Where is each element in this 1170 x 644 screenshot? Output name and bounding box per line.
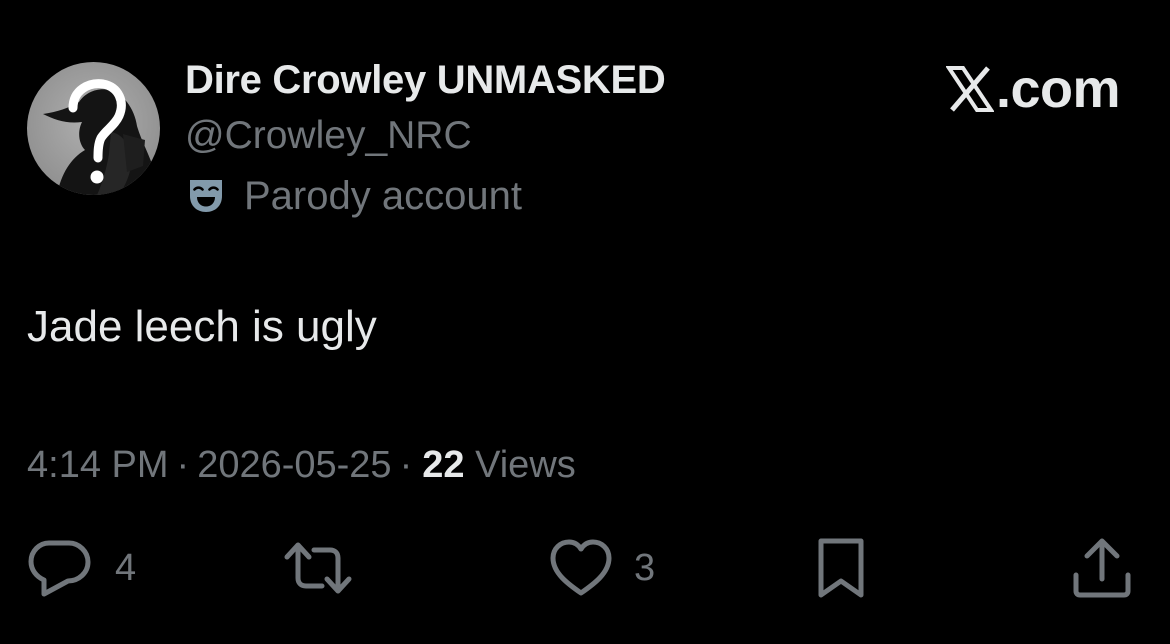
like-button[interactable]: 3 [548,530,655,606]
tweet-action-bar: 4 3 [0,530,1170,610]
share-button[interactable] [1070,530,1134,606]
parody-account-label: Parody account [187,172,522,220]
views-count[interactable]: 22 [422,444,464,486]
heart-icon [550,539,612,596]
bookmark-button[interactable] [813,530,869,606]
reply-button[interactable]: 4 [27,530,136,606]
author-handle[interactable]: @Crowley_NRC [185,114,472,158]
x-logo-icon [945,66,994,112]
retweet-icon [284,542,352,594]
tweet-date[interactable]: 2026-05-25 [197,444,391,486]
tweet-meta: 4:14 PM · 2026-05-25 · 22 Views [27,444,576,487]
bookmark-icon [818,538,864,598]
like-count: 3 [634,546,656,589]
parody-account-text: Parody account [244,173,522,218]
retweet-button[interactable] [282,530,354,606]
author-display-name[interactable]: Dire Crowley UNMASKED [185,58,666,103]
reply-bubble-icon [28,540,91,597]
x-com-watermark: .com [945,56,1121,122]
reply-count: 4 [115,546,137,589]
meta-separator: · [176,444,190,486]
share-icon [1073,538,1131,598]
views-label[interactable]: Views [475,444,576,486]
brand-domain-text: .com [995,59,1121,119]
tweet-text: Jade leech is ugly [27,302,377,351]
avatar-question-silhouette-image [27,62,160,195]
theater-mask-icon [190,180,222,212]
avatar[interactable] [27,62,160,195]
meta-separator: · [399,444,413,486]
tweet-time[interactable]: 4:14 PM [27,444,169,486]
